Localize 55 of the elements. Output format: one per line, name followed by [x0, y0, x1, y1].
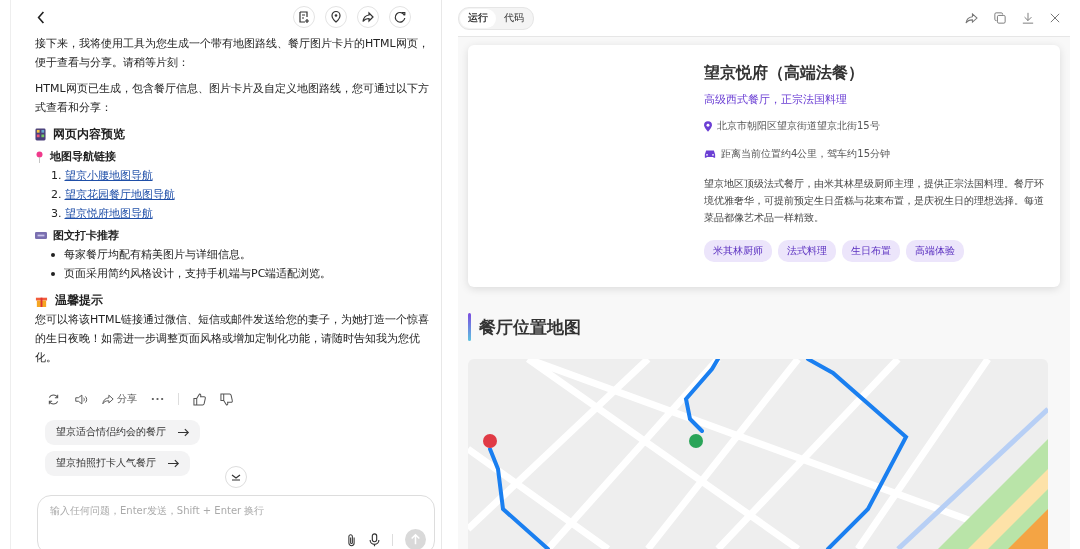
location-icon[interactable]	[325, 6, 347, 28]
message-paragraph: 接下来，我将使用工具为您生成一个带有地图路线、餐厅图片卡片的HTML网页，便于查看与分享。请稍等片刻：	[35, 36, 429, 71]
restaurant-distance: 距离当前位置约4公里，驾车约15分钟	[721, 147, 891, 161]
note-icon[interactable]	[293, 6, 315, 28]
thumbs-down-icon[interactable]	[220, 392, 233, 406]
subsection-heading: 图文打卡推荐	[53, 228, 119, 244]
bullet-icon	[51, 271, 55, 276]
regenerate-icon[interactable]	[47, 392, 60, 406]
scroll-down-icon[interactable]	[225, 466, 247, 488]
restaurant-subtitle: 高级西式餐厅，正宗法国料理	[704, 93, 848, 107]
map-navigation-link[interactable]: 望京花园餐厅地图导航	[64, 185, 175, 204]
paperclip-icon[interactable]	[346, 532, 357, 547]
arrow-right-icon	[168, 459, 180, 468]
location-pin-icon	[704, 120, 712, 132]
restaurant-address: 北京市朝阳区望京街道望京北街15号	[717, 119, 880, 133]
section-heading: 网页内容预览	[53, 126, 125, 143]
bullet-icon	[51, 252, 55, 257]
restaurant-description: 望京地区顶级法式餐厅，由米其林星级厨师主理，提供正宗法国料理。餐厅环境优雅奢华，可提前预定生日蛋糕与花束布置，是庆祝生日的理想选择。每道菜品都像艺术品一样精致。	[704, 177, 1045, 225]
speaker-icon[interactable]	[74, 392, 88, 406]
bullet-text: 页面采用简约风格设计，支持手机端与PC端适配浏览。	[64, 266, 332, 282]
back-icon[interactable]	[37, 10, 45, 24]
tag: 生日布置	[842, 240, 900, 262]
refresh-icon[interactable]	[389, 6, 411, 28]
list-number: 1.	[51, 168, 62, 184]
list-number: 3.	[51, 206, 62, 222]
view-tab[interactable]: 代码	[496, 8, 532, 28]
map-navigation-link[interactable]: 望京悦府地图导航	[64, 204, 153, 223]
microphone-icon[interactable]	[369, 532, 380, 547]
more-icon[interactable]	[151, 397, 164, 401]
arrow-right-icon	[178, 428, 190, 437]
message-paragraph: 您可以将该HTML链接通过微信、短信或邮件发送给您的妻子，为她打造一个惊喜的生日夜晚！如需进一步调整页面风格或增加定制化功能，请随时告知我为您优化。	[35, 312, 429, 366]
tag: 法式料理	[778, 240, 836, 262]
suggestion-chip[interactable]: 望京拍照打卡人气餐厅	[45, 451, 190, 476]
subsection-heading: 地图导航链接	[50, 149, 116, 165]
tag: 米其林厨师	[704, 240, 772, 262]
list-number: 2.	[51, 187, 62, 203]
tablet-icon	[35, 128, 46, 141]
car-icon	[704, 149, 716, 159]
section-title: 餐厅位置地图	[479, 315, 581, 339]
view-tab[interactable]: 运行	[460, 8, 496, 28]
message-paragraph: HTML网页已生成，包含餐厅信息、图片卡片及自定义地图路线，您可通过以下方式查看和分享：	[35, 81, 429, 116]
share-button[interactable]: 分享	[102, 392, 137, 406]
restaurant-name: 望京悦府（高端法餐）	[704, 63, 865, 84]
ticket-icon	[35, 232, 47, 239]
accent-bar	[468, 313, 471, 341]
bullet-text: 每家餐厅均配有精美图片与详细信息。	[64, 247, 251, 263]
close-icon[interactable]	[1050, 13, 1060, 23]
tag: 高端体验	[906, 240, 964, 262]
copy-icon[interactable]	[994, 12, 1006, 24]
section-heading: 温馨提示	[55, 292, 103, 309]
thumbs-up-icon[interactable]	[193, 392, 206, 406]
suggestion-chip[interactable]: 望京适合情侣约会的餐厅	[45, 420, 200, 445]
pushpin-icon	[35, 150, 44, 163]
map-navigation-link[interactable]: 望京小腰地图导航	[64, 166, 153, 185]
share-icon	[102, 393, 114, 405]
